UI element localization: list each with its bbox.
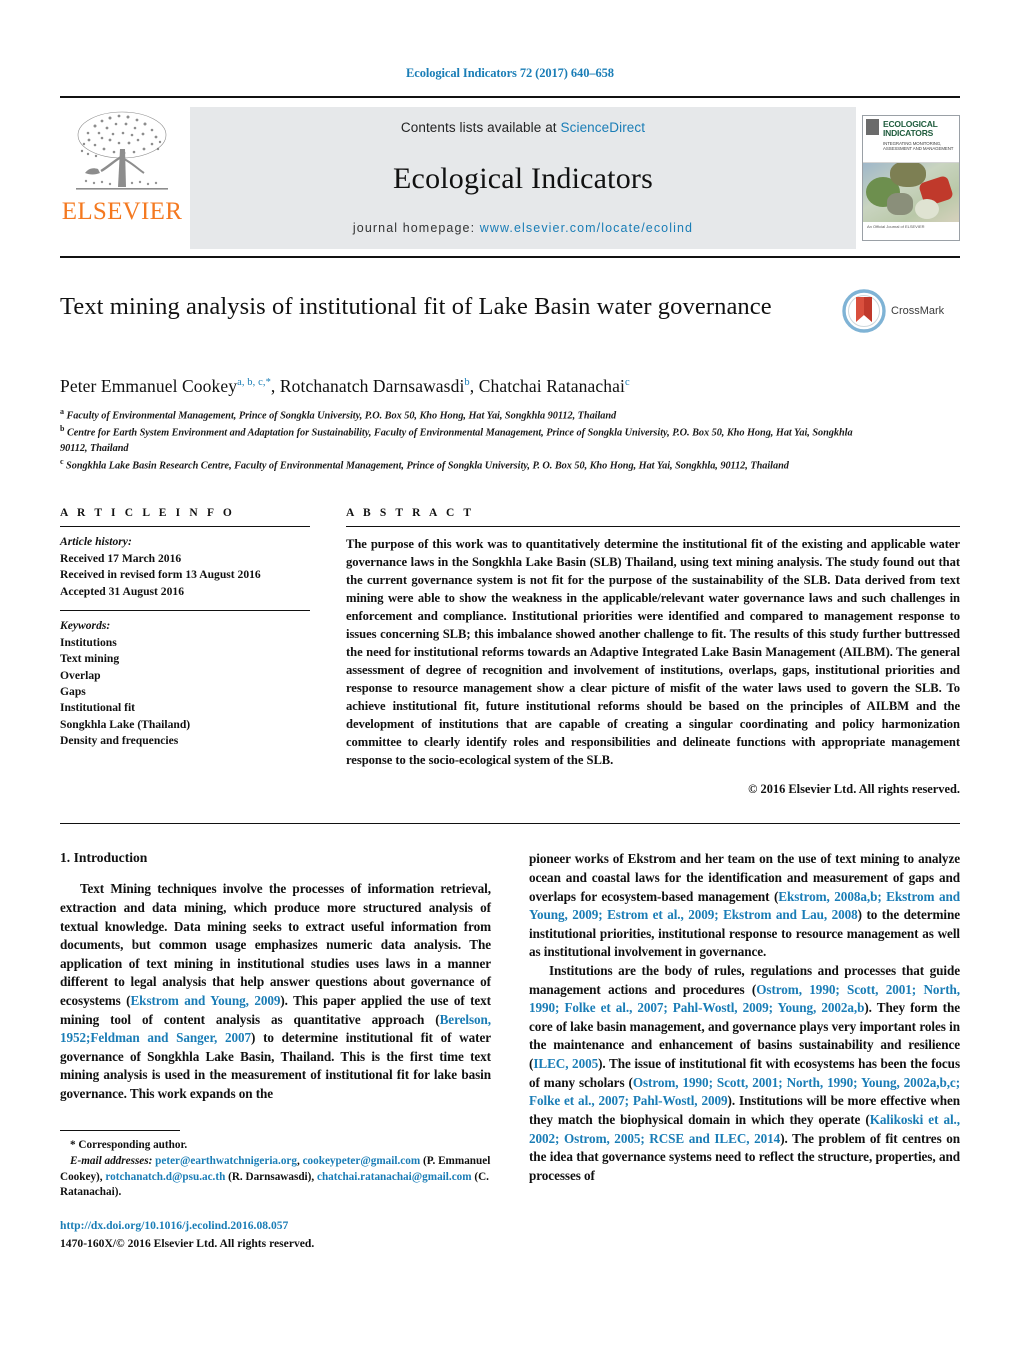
citation-link[interactable]: Kalikoski et al., 2002; Ostrom, 2005; RC… bbox=[529, 1112, 960, 1146]
crossmark-label: CrossMark bbox=[891, 305, 945, 317]
affiliation-c-text: Songkhla Lake Basin Research Centre, Fac… bbox=[66, 460, 789, 472]
abstract-copyright: © 2016 Elsevier Ltd. All rights reserved… bbox=[748, 782, 960, 797]
journal-band: Contents lists available at ScienceDirec… bbox=[190, 107, 856, 249]
cover-artwork bbox=[863, 163, 959, 224]
body-columns: 1. Introduction Text Mining techniques i… bbox=[60, 850, 960, 1252]
section-heading-introduction: 1. Introduction bbox=[60, 850, 148, 866]
paragraph: Text Mining techniques involve the proce… bbox=[60, 881, 491, 1102]
doi-link[interactable]: http://dx.doi.org/10.1016/j.ecolind.2016… bbox=[60, 1217, 500, 1234]
abstract-column: A B S T R A C T The purpose of this work… bbox=[346, 507, 960, 797]
sciencedirect-link[interactable]: ScienceDirect bbox=[561, 120, 646, 135]
citation-link[interactable]: Ekstrom and Young, 2009 bbox=[130, 993, 280, 1008]
contents-list-line: Contents lists available at ScienceDirec… bbox=[401, 120, 645, 135]
elsevier-tree-icon bbox=[76, 111, 168, 190]
paragraph: Institutions are the body of rules, regu… bbox=[529, 963, 961, 1183]
keyword-item: Gaps bbox=[60, 685, 86, 699]
issn-copyright-line: 1470-160X/© 2016 Elsevier Ltd. All right… bbox=[60, 1236, 315, 1250]
cover-subtitle: INTEGRATING MONITORING, ASSESSMENT AND M… bbox=[883, 141, 954, 152]
citation-link[interactable]: Ostrom, 1990; Scott, 2001; North, 1990; … bbox=[529, 982, 960, 1016]
article-info-column: A R T I C L E I N F O Article history: R… bbox=[60, 507, 310, 797]
homepage-prefix: journal homepage: bbox=[352, 221, 480, 235]
keyword-item: Institutional fit bbox=[60, 701, 136, 715]
email-link-2[interactable]: cookeypeter@gmail.com bbox=[303, 1155, 421, 1167]
affiliation-a: a Faculty of Environmental Management, P… bbox=[60, 406, 880, 423]
keyword-item: Text mining bbox=[60, 652, 120, 666]
affiliation-b: b Centre for Earth System Environment an… bbox=[60, 423, 880, 455]
journal-homepage-link[interactable]: www.elsevier.com/locate/ecolind bbox=[480, 221, 693, 235]
journal-cover-thumbnail[interactable]: ECOLOGICAL INDICATORS INTEGRATING MONITO… bbox=[862, 115, 960, 241]
journal-homepage-line: journal homepage: www.elsevier.com/locat… bbox=[353, 221, 693, 235]
history-item-revised: Received in revised form 13 August 2016 bbox=[60, 568, 261, 582]
keyword-item: Overlap bbox=[60, 668, 101, 682]
email-link-3[interactable]: rotchanatch.d@psu.ac.th bbox=[105, 1171, 225, 1183]
title-block: Text mining analysis of institutional fi… bbox=[60, 289, 960, 358]
journal-title: Ecological Indicators bbox=[393, 161, 653, 195]
email-addresses-line: E-mail addresses: peter@earthwatchnigeri… bbox=[60, 1154, 491, 1199]
body-separator-rule bbox=[60, 823, 960, 825]
paragraph: pioneer works of Ekstrom and her team on… bbox=[529, 851, 961, 960]
affiliation-marker-c: c bbox=[60, 456, 64, 466]
affiliation-a-text: Faculty of Environmental Management, Pri… bbox=[66, 410, 617, 422]
keywords-group: Keywords: Institutions Text mining Overl… bbox=[60, 611, 310, 760]
affiliation-marker-b: b bbox=[60, 424, 65, 434]
article-page: Ecological Indicators 72 (2017) 640–658 bbox=[0, 0, 1020, 1351]
affiliation-list: a Faculty of Environmental Management, P… bbox=[60, 406, 880, 473]
body-column-left: 1. Introduction Text Mining techniques i… bbox=[60, 850, 491, 1252]
affiliation-marker-a: a bbox=[60, 407, 64, 416]
citation-link[interactable]: Ostrom, 1990; Scott, 2001; North, 1990; … bbox=[529, 1075, 960, 1109]
elsevier-logo: ELSEVIER bbox=[60, 107, 184, 249]
cover-header: ECOLOGICAL INDICATORS INTEGRATING MONITO… bbox=[863, 116, 959, 163]
citation-link[interactable]: ILEC, 2005 bbox=[533, 1056, 598, 1071]
keyword-item: Songkhla Lake (Thailand) bbox=[60, 717, 191, 731]
email-link-1[interactable]: peter@earthwatchnigeria.org bbox=[155, 1155, 297, 1167]
author-list: Peter Emmanuel Cookeya, b, c,*, Rotchana… bbox=[60, 376, 960, 397]
abstract-heading: A B S T R A C T bbox=[346, 507, 475, 520]
keyword-item: Institutions bbox=[60, 635, 117, 649]
footnote-block: * Corresponding author. E-mail addresses… bbox=[60, 1138, 500, 1252]
page-title: Text mining analysis of institutional fi… bbox=[60, 293, 772, 320]
crossmark-icon bbox=[842, 289, 886, 333]
doi-block: http://dx.doi.org/10.1016/j.ecolind.2016… bbox=[60, 1217, 500, 1252]
keyword-item: Density and frequencies bbox=[60, 734, 179, 748]
footnote-rule bbox=[60, 1129, 180, 1138]
email-name-2: (R. Darnsawasdi) bbox=[228, 1170, 312, 1183]
citation-link[interactable]: Berelson, 1952;Feldman and Sanger, 2007 bbox=[60, 1012, 491, 1046]
body-column-right: pioneer works of Ekstrom and her team on… bbox=[529, 850, 960, 1252]
affiliation-c: c Songkhla Lake Basin Research Centre, F… bbox=[60, 456, 880, 473]
cover-title: ECOLOGICAL INDICATORS bbox=[883, 119, 938, 138]
cover-footer: An Official Journal of ELSEVIER bbox=[863, 222, 959, 240]
contents-prefix: Contents lists available at bbox=[400, 120, 561, 135]
article-history-group: Article history: Received 17 March 2016 … bbox=[60, 527, 310, 610]
crossmark-badge[interactable]: CrossMark bbox=[842, 288, 960, 334]
citation-link[interactable]: Ekstrom, 2008a,b; Ekstrom and Young, 200… bbox=[529, 889, 960, 923]
running-head: Ecological Indicators 72 (2017) 640–658 bbox=[406, 66, 614, 80]
history-item-received: Received 17 March 2016 bbox=[60, 551, 182, 565]
journal-masthead: ELSEVIER Contents lists available at Sci… bbox=[60, 96, 960, 258]
elsevier-wordmark: ELSEVIER bbox=[61, 198, 183, 225]
affiliation-b-text: Centre for Earth System Environment and … bbox=[60, 427, 853, 454]
authors-text: Peter Emmanuel Cookeya, b, c,*, Rotchana… bbox=[60, 376, 630, 396]
cover-elsevier-icon bbox=[866, 119, 879, 135]
email-link-4[interactable]: chatchai.ratanachai@gmail.com bbox=[317, 1171, 472, 1183]
keywords-label: Keywords: bbox=[60, 619, 111, 633]
info-abstract-region: A R T I C L E I N F O Article history: R… bbox=[60, 507, 960, 797]
history-item-accepted: Accepted 31 August 2016 bbox=[60, 584, 184, 598]
abstract-text: The purpose of this work was to quantita… bbox=[346, 537, 960, 768]
article-history-label: Article history: bbox=[60, 535, 132, 549]
email-label: E-mail addresses: bbox=[70, 1154, 153, 1167]
article-info-heading: A R T I C L E I N F O bbox=[60, 507, 235, 520]
corresponding-author-note: * Corresponding author. bbox=[70, 1138, 188, 1151]
